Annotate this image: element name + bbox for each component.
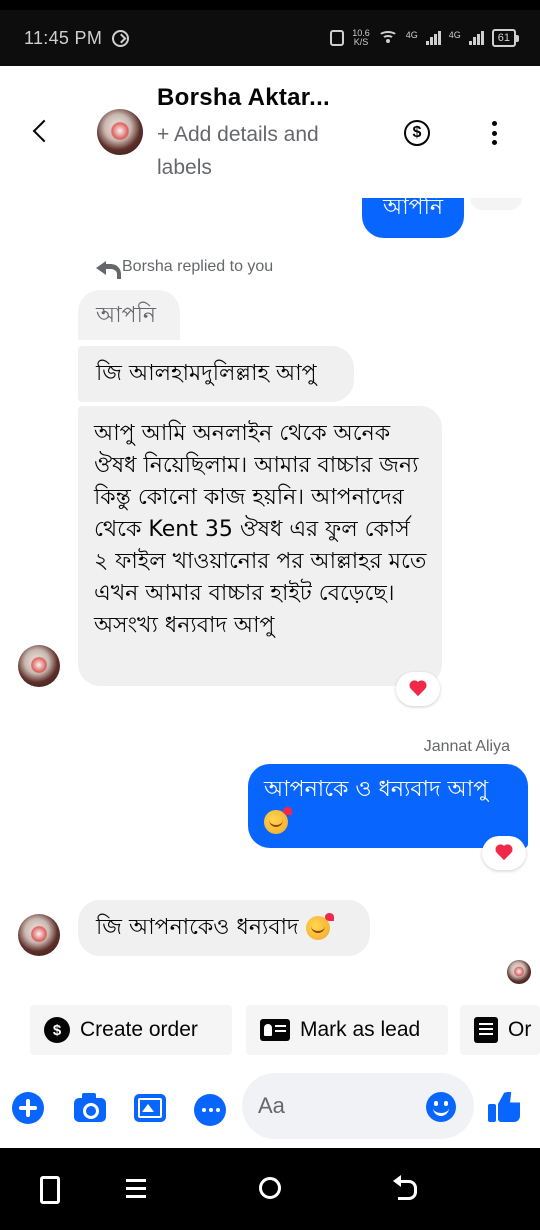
contact-avatar[interactable]: [97, 109, 143, 155]
message-bubble-outgoing[interactable]: আপনি: [362, 198, 464, 238]
sync-icon: [112, 29, 130, 47]
reaction-badge[interactable]: [482, 836, 526, 870]
message-text: আপু আমি অনলাইন থেকে অনেক ঔষধ নিয়েছিলাম।…: [94, 421, 427, 638]
chat-header: Borsha Aktar... + Add details and labels…: [0, 66, 540, 198]
status-bar: 11:45 PM 10.6 K/S 4G 4G 61: [0, 0, 540, 66]
smiling-face-with-hearts-icon: [264, 807, 292, 834]
system-back-icon[interactable]: [388, 1170, 424, 1206]
contact-card-icon: [260, 1019, 290, 1041]
more-options-icon[interactable]: [194, 1094, 226, 1126]
contact-avatar[interactable]: [18, 914, 60, 956]
chip-label: Create order: [80, 1018, 198, 1041]
message-text: জি আপনাকেও ধন্যবাদ: [96, 915, 299, 940]
reaction-badge[interactable]: [396, 672, 440, 706]
message-bubble-incoming[interactable]: জি আলহামদুলিল্লাহ আপু: [78, 346, 354, 402]
message-bubble-partial: [470, 198, 522, 210]
vibrate-icon: [330, 30, 345, 46]
seen-receipt-avatar: [507, 960, 531, 984]
battery-icon: 61: [491, 29, 520, 47]
plus-icon[interactable]: [12, 1092, 44, 1124]
chip-label: Mark as lead: [300, 1018, 421, 1041]
emoji-icon[interactable]: [426, 1092, 456, 1122]
wifi-icon: [377, 31, 398, 45]
thumbs-up-icon[interactable]: [488, 1090, 522, 1124]
reply-note: Borsha replied to you: [96, 258, 274, 279]
quick-actions-bar: $ Create order Mark as lead Or: [0, 1000, 540, 1060]
network-speed: 10.6 K/S: [352, 29, 370, 47]
status-time: 11:45 PM: [24, 27, 103, 48]
message-text: আপনাকে ও ধন্যবাদ আপু: [264, 777, 489, 802]
message-bubble-incoming[interactable]: জি আপনাকেও ধন্যবাদ: [78, 900, 370, 956]
heart-icon: [495, 845, 513, 861]
smiling-face-with-hearts-icon: [305, 913, 334, 940]
message-input-wrapper: [242, 1073, 474, 1139]
camera-icon[interactable]: [74, 1093, 106, 1122]
mark-as-lead-button[interactable]: Mark as lead: [246, 1005, 448, 1055]
message-input[interactable]: [258, 1087, 418, 1125]
signal-icon: [468, 31, 484, 45]
add-details-labels-link[interactable]: + Add details and labels: [157, 118, 367, 184]
contact-name[interactable]: Borsha Aktar...: [157, 84, 330, 112]
signal-icon: [425, 31, 441, 45]
rotate-icon[interactable]: [30, 1170, 66, 1206]
reply-icon: [96, 258, 121, 279]
quoted-message[interactable]: আপনি: [78, 290, 180, 340]
back-arrow-icon[interactable]: [30, 118, 52, 144]
create-order-button[interactable]: $ Create order: [30, 1005, 232, 1055]
recents-icon[interactable]: [118, 1170, 154, 1206]
sender-name: Jannat Aliya: [423, 738, 510, 755]
reply-note-text: Borsha replied to you: [122, 258, 274, 275]
dollar-icon[interactable]: $: [404, 120, 430, 146]
contact-avatar[interactable]: [18, 645, 60, 687]
more-vert-icon[interactable]: [484, 120, 504, 146]
message-bubble-incoming[interactable]: আপু আমি অনলাইন থেকে অনেক ঔষধ নিয়েছিলাম।…: [78, 406, 442, 686]
dollar-coin-icon: $: [44, 1017, 70, 1043]
signal-type-2: 4G: [448, 30, 461, 40]
chip-label: Or: [508, 1018, 532, 1041]
order-list-icon: [474, 1017, 498, 1043]
message-composer: [0, 1068, 540, 1148]
system-nav-bar: [0, 1148, 540, 1230]
orders-button[interactable]: Or: [460, 1005, 540, 1055]
conversation: আপনি Borsha replied to you আপনি জি আলহাম…: [0, 198, 540, 998]
heart-icon: [409, 681, 427, 697]
home-icon[interactable]: [252, 1170, 288, 1206]
signal-type-1: 4G: [405, 30, 418, 40]
network-speed-unit: K/S: [353, 37, 369, 47]
gallery-icon[interactable]: [134, 1094, 166, 1122]
message-bubble-outgoing[interactable]: আপনাকে ও ধন্যবাদ আপু: [248, 764, 528, 848]
